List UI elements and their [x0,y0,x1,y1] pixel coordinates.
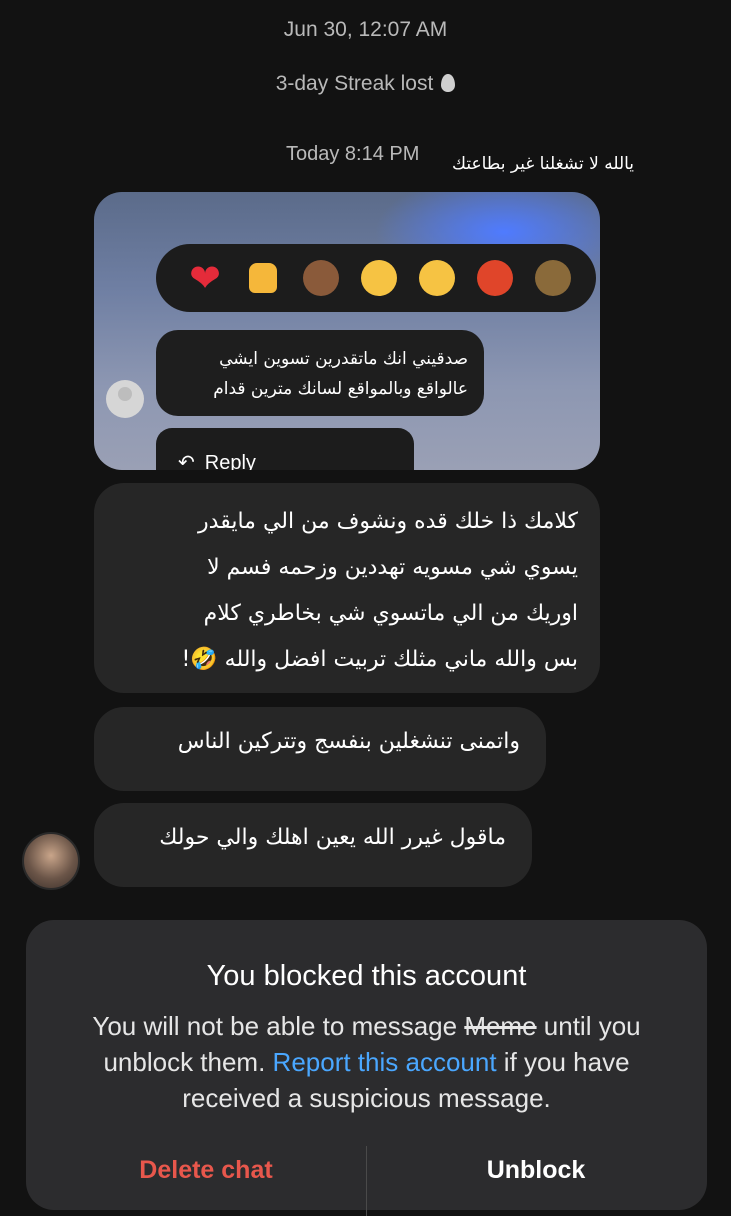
message-line: اوريك من الي ماتسوي شي بخاطري كلام [203,601,578,626]
button-divider [366,1146,367,1216]
sender-avatar[interactable] [22,832,80,890]
body-text: You will not be able to message [92,1011,465,1041]
message-line: يسوي شي مسويه تهددين وزحمه فسم لا [207,555,578,580]
message-line: بس والله ماني مثلك تربيت افضل والله 🤣! [181,647,578,672]
streak-lost-text: 3-day Streak lost [275,72,434,95]
crying-emoji-icon[interactable] [408,258,466,298]
report-account-link[interactable]: Report this account [273,1047,497,1077]
reaction-bar: ❤ [156,244,596,312]
see-no-evil-monkey-emoji-icon[interactable] [292,258,350,298]
timestamp-first: Jun 30, 12:07 AM [283,18,448,41]
message-line: كلامك ذا خلك قده ونشوف من الي مايقدر [198,509,578,534]
quoted-line-1: صدقيني انك ماتقدرين تسوين ايشي [219,349,468,369]
heart-emoji-icon[interactable]: ❤ [176,256,234,300]
laughing-tears-emoji-icon[interactable] [350,258,408,298]
blocked-account-panel: You blocked this account You will not be… [26,920,707,1216]
quoted-line-2: عالواقع وبالمواقع لسانك مترين قدام [213,379,468,399]
streak-lost-notice: 3-day Streak lost [0,72,731,96]
message-bubble[interactable]: واتمنى تنشغلين بنفسج وتتركين الناس [94,707,546,791]
story-reply-card[interactable]: ❤ صدقيني انك ماتقدرين تسوين ايشي عالواقع… [94,192,600,470]
timestamp-today: Today 8:14 PM [286,143,420,165]
blocked-username: Meme [464,1011,537,1041]
thumbs-up-emoji-icon[interactable] [234,258,292,298]
default-avatar-icon [106,380,144,418]
partial-emoji-icon[interactable] [524,258,582,298]
unblock-button[interactable]: Unblock [426,1156,646,1185]
fire-icon [441,74,456,92]
angry-face-emoji-icon[interactable] [466,258,524,298]
message-bubble[interactable]: كلامك ذا خلك قده ونشوف من الي مايقدر يسو… [94,483,600,693]
delete-chat-button[interactable]: Delete chat [86,1156,326,1185]
overlay-caption: يالله لا تشغلنا غير بطاعتك [452,154,635,174]
blocked-panel-title: You blocked this account [206,960,527,992]
blocked-panel-body: You will not be able to message Meme unt… [62,1008,671,1116]
reply-label: Reply [204,452,256,470]
message-bubble[interactable]: ماقول غيرر الله يعين اهلك والي حولك [94,803,532,887]
reply-button[interactable]: ↶ Reply [156,428,414,470]
quoted-message: صدقيني انك ماتقدرين تسوين ايشي عالواقع و… [156,330,484,416]
reply-arrow-icon: ↶ [178,452,195,470]
